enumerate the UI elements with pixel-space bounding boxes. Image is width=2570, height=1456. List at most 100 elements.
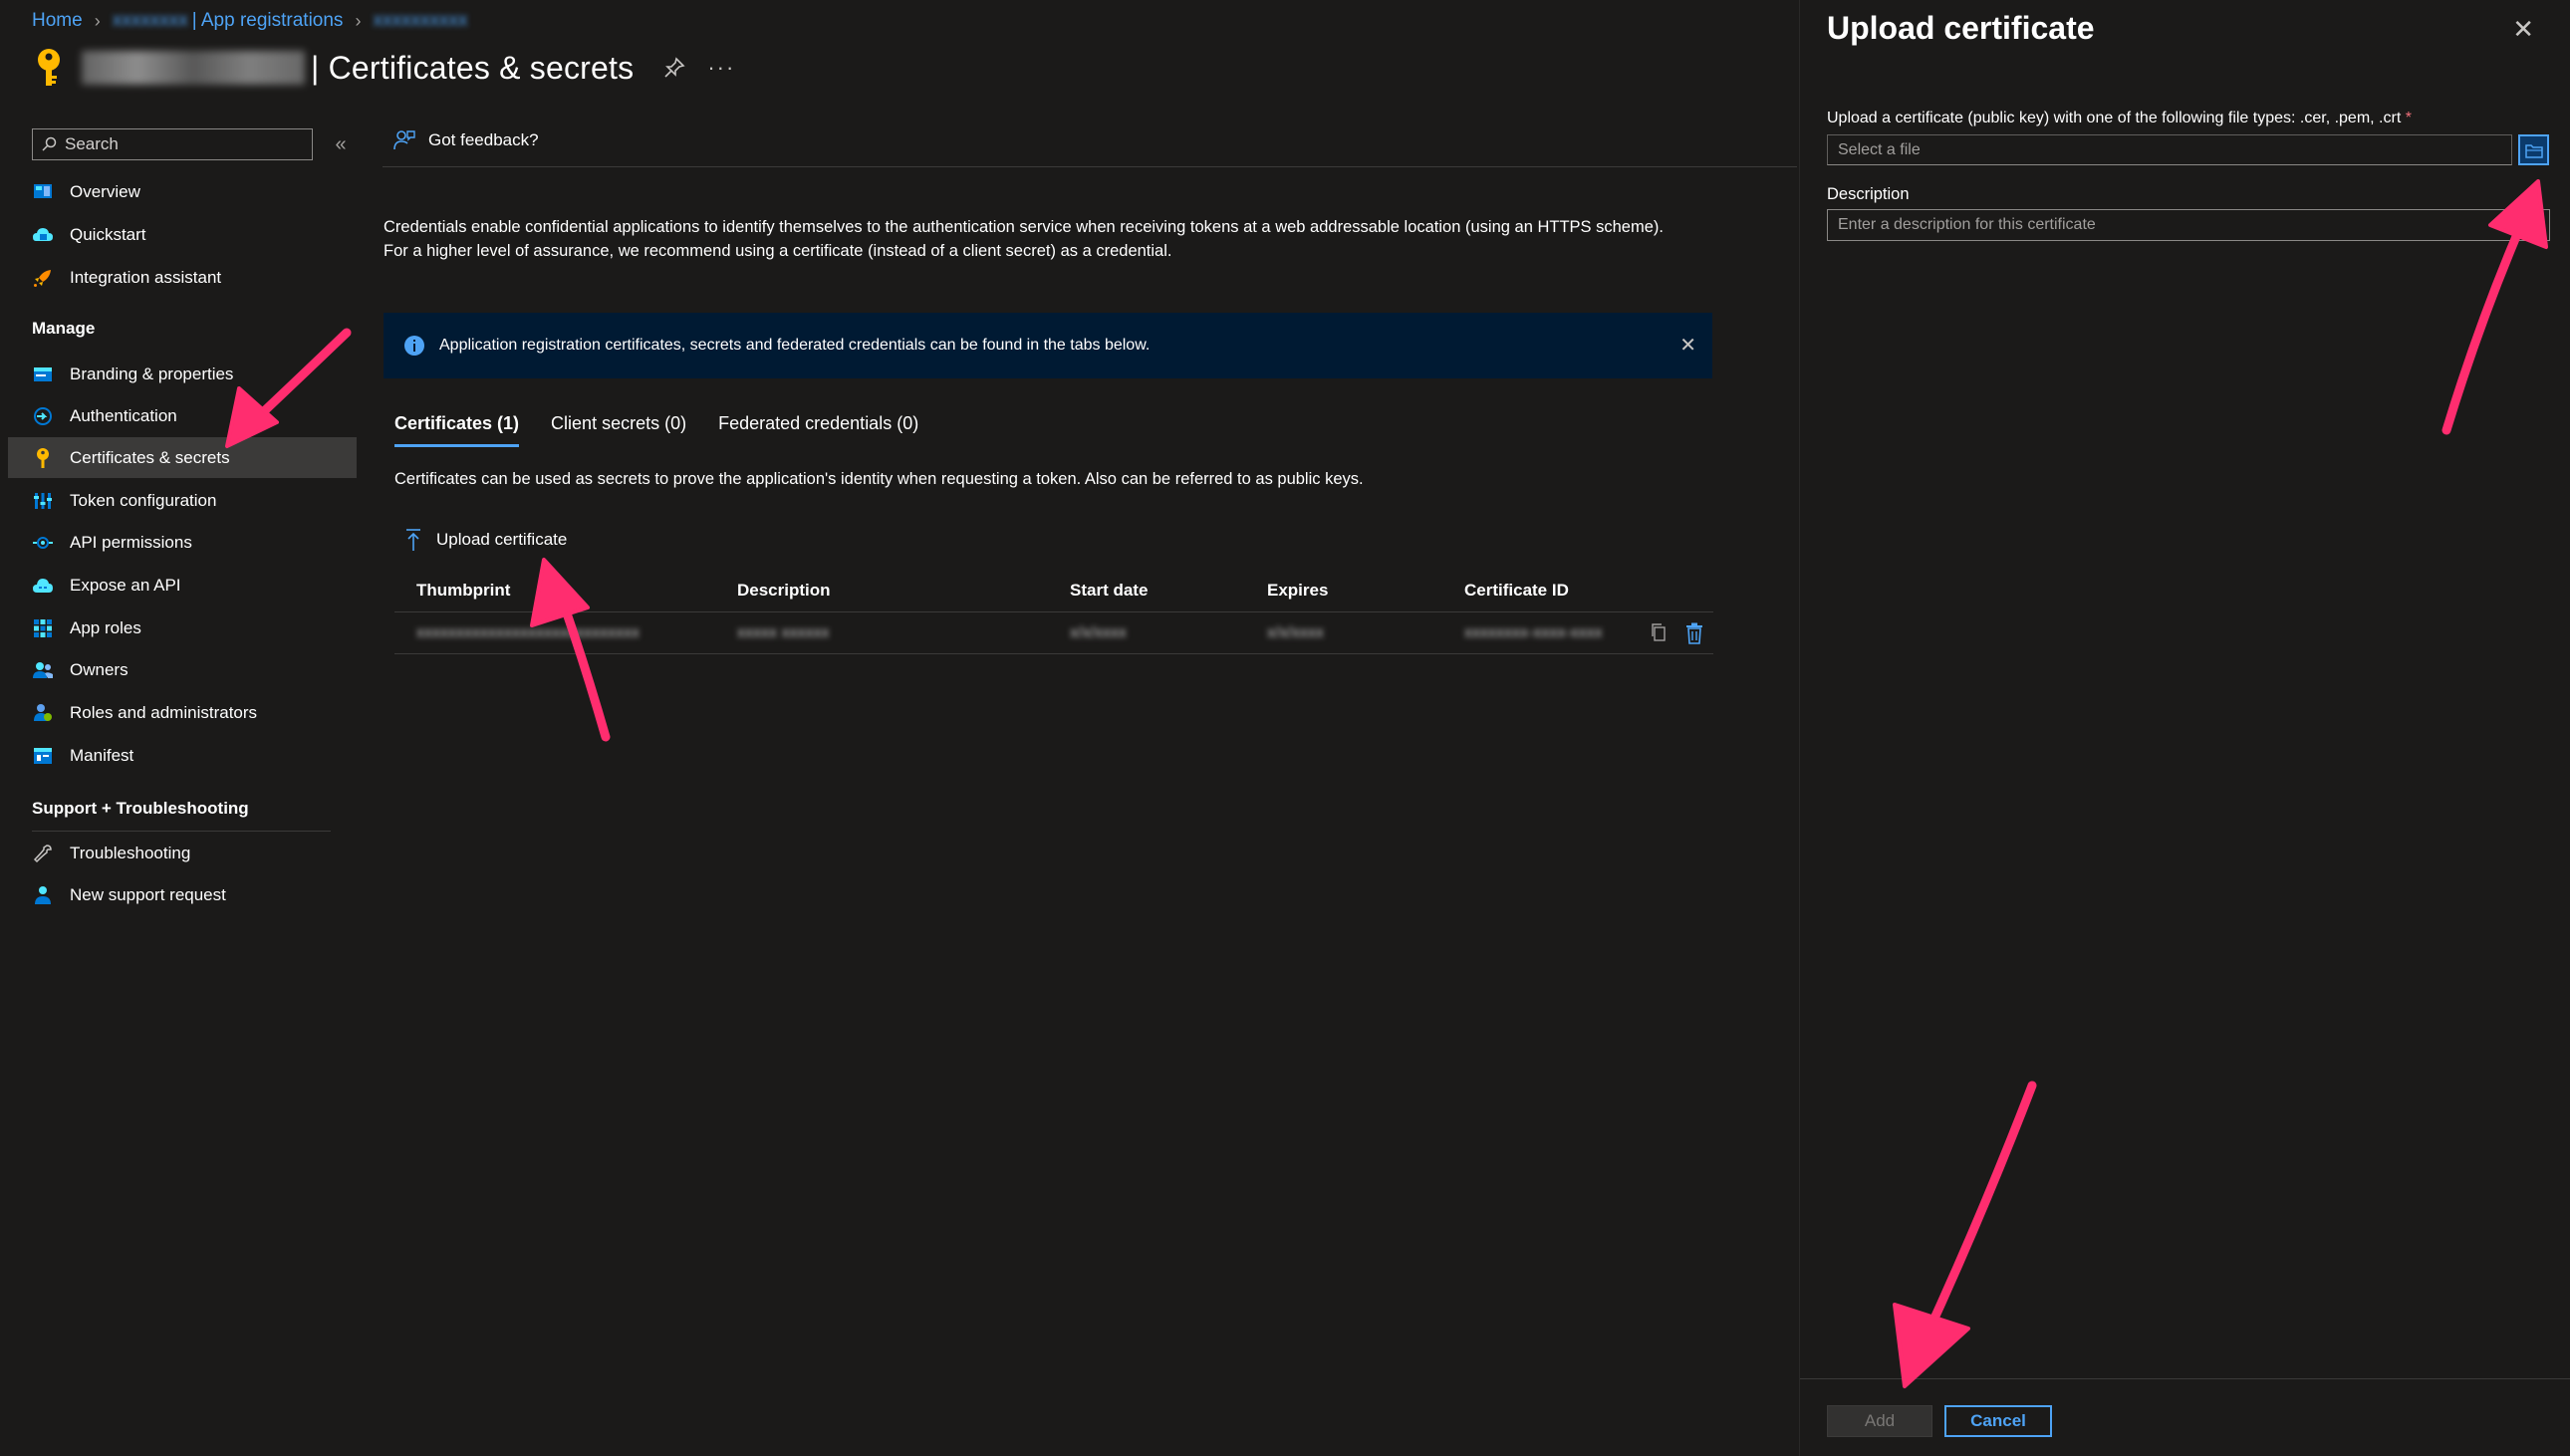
file-upload-label-text: Upload a certificate (public key) with o… [1827, 110, 2402, 126]
delete-icon[interactable] [1685, 622, 1703, 644]
upload-icon [406, 529, 420, 551]
column-header[interactable]: Description [725, 581, 1056, 601]
file-upload-label: Upload a certificate (public key) with o… [1827, 110, 2412, 127]
nav-item-owners[interactable]: Owners [8, 649, 357, 690]
nav-divider [32, 831, 331, 832]
info-icon [404, 336, 424, 356]
nav-item-app-roles[interactable]: App roles [8, 607, 357, 648]
pin-icon[interactable] [663, 57, 685, 79]
cloud-icon [32, 575, 54, 597]
nav-item-new-support-request[interactable]: New support request [8, 874, 357, 915]
nav-item-certificates-secrets[interactable]: Certificates & secrets [8, 437, 357, 478]
required-mark: * [2405, 110, 2412, 126]
app-name-redacted [82, 51, 305, 85]
page-title: | Certificates & secrets [311, 49, 635, 86]
table-row: xxxxxxxxxxxxxxxxxxxxxxxxxxxx xxxxx xxxxx… [394, 612, 1713, 654]
nav-item-troubleshooting[interactable]: Troubleshooting [8, 833, 357, 873]
breadcrumb: Home › xxxxxxxx | App registrations › xx… [32, 10, 467, 32]
expires-cell: x/x/xxxx [1267, 623, 1324, 641]
close-icon[interactable]: ✕ [2512, 14, 2534, 45]
breadcrumb-redacted-app[interactable]: xxxxxxxxxx [373, 10, 467, 32]
breadcrumb-redacted-tenant[interactable]: xxxxxxxx [113, 10, 188, 32]
tab-federated-credentials[interactable]: Federated credentials (0) [718, 413, 918, 447]
thumbprint-cell: xxxxxxxxxxxxxxxxxxxxxxxxxxxx [416, 623, 640, 641]
nav-item-expose-api[interactable]: Expose an API [8, 565, 357, 606]
folder-icon [2524, 143, 2543, 158]
column-header[interactable]: Expires [1253, 581, 1450, 601]
panel-title: Upload certificate [1827, 10, 2095, 46]
nav-item-label: Troubleshooting [70, 843, 191, 862]
table-header: Thumbprint Description Start date Expire… [394, 569, 1713, 612]
credentials-tabs: Certificates (1) Client secrets (0) Fede… [394, 413, 918, 447]
nav-item-integration-assistant[interactable]: Integration assistant [8, 257, 357, 298]
panel-footer-divider [1800, 1378, 2570, 1379]
nav-item-manifest[interactable]: Manifest [8, 735, 357, 776]
nav-item-authentication[interactable]: Authentication [8, 395, 357, 436]
row-actions [1650, 622, 1703, 644]
nav-item-label: Token configuration [70, 490, 217, 510]
description-label: Description [1827, 185, 1910, 203]
nav-item-branding[interactable]: Branding & properties [8, 354, 357, 394]
breadcrumb-home[interactable]: Home [32, 10, 83, 32]
column-header[interactable]: Start date [1056, 581, 1253, 601]
overview-icon [32, 181, 54, 203]
copy-icon[interactable] [1650, 622, 1668, 642]
intro-text: Credentials enable confidential applicat… [384, 218, 1664, 260]
key-icon [38, 49, 60, 86]
nav-search-input[interactable] [65, 134, 294, 154]
manifest-icon [32, 745, 54, 767]
file-select-input[interactable]: Select a file [1827, 134, 2512, 165]
roles-icon [32, 702, 54, 724]
tab-certificates[interactable]: Certificates (1) [394, 413, 520, 447]
quickstart-icon [32, 224, 54, 246]
nav-item-label: Expose an API [70, 575, 181, 595]
nav-item-roles-administrators[interactable]: Roles and administrators [8, 692, 357, 733]
certificate-id-cell: xxxxxxxx-xxxx-xxxx [1464, 623, 1603, 641]
branding-icon [32, 364, 54, 385]
search-icon [42, 136, 57, 151]
nav-item-token-configuration[interactable]: Token configuration [8, 480, 357, 521]
nav-item-label: Integration assistant [70, 267, 222, 287]
chevron-right-icon: › [94, 10, 101, 31]
nav-item-label: API permissions [70, 532, 192, 552]
column-header[interactable]: Thumbprint [394, 581, 725, 601]
certificates-table: Thumbprint Description Start date Expire… [394, 569, 1713, 654]
close-icon[interactable]: ✕ [1679, 333, 1696, 358]
chevron-right-icon: › [355, 10, 362, 31]
nav-item-label: Roles and administrators [70, 702, 258, 722]
nav-search-box[interactable] [32, 128, 313, 160]
browse-file-button[interactable] [2518, 134, 2549, 165]
api-permissions-icon [32, 532, 54, 554]
nav-item-label: Owners [70, 659, 128, 679]
cancel-button[interactable]: Cancel [1944, 1405, 2052, 1437]
token-icon [32, 490, 54, 512]
authentication-icon [32, 405, 54, 427]
got-feedback-button[interactable]: Got feedback? [392, 129, 539, 151]
nav-item-api-permissions[interactable]: API permissions [8, 522, 357, 563]
certificates-description: Certificates can be used as secrets to p… [394, 470, 1364, 488]
info-message-bar: Application registration certificates, s… [384, 313, 1712, 378]
app-roles-icon [32, 617, 54, 639]
tab-client-secrets[interactable]: Client secrets (0) [551, 413, 686, 447]
support-person-icon [32, 884, 54, 906]
upload-certificate-button[interactable]: Upload certificate [404, 528, 567, 552]
upload-certificate-label: Upload certificate [436, 530, 568, 549]
info-message-text: Application registration certificates, s… [439, 337, 1151, 354]
column-header[interactable]: Certificate ID [1450, 581, 1713, 601]
feedback-label: Got feedback? [428, 130, 539, 149]
nav-item-label: Quickstart [70, 224, 146, 244]
add-button[interactable]: Add [1827, 1405, 1932, 1437]
collapse-nav-icon[interactable]: « [329, 131, 353, 157]
more-icon[interactable]: ··· [707, 55, 735, 81]
nav-item-overview[interactable]: Overview [8, 171, 357, 212]
nav-item-label: Overview [70, 181, 140, 201]
wrench-icon [32, 843, 54, 864]
feedback-icon [393, 130, 415, 150]
breadcrumb-app-registrations[interactable]: | App registrations [192, 10, 344, 32]
nav-item-quickstart[interactable]: Quickstart [8, 214, 357, 255]
nav-item-label: Branding & properties [70, 364, 234, 383]
nav-heading-manage: Manage [32, 319, 96, 338]
description-input[interactable] [1827, 209, 2550, 241]
rocket-icon [32, 267, 54, 289]
main-divider [383, 166, 1797, 167]
